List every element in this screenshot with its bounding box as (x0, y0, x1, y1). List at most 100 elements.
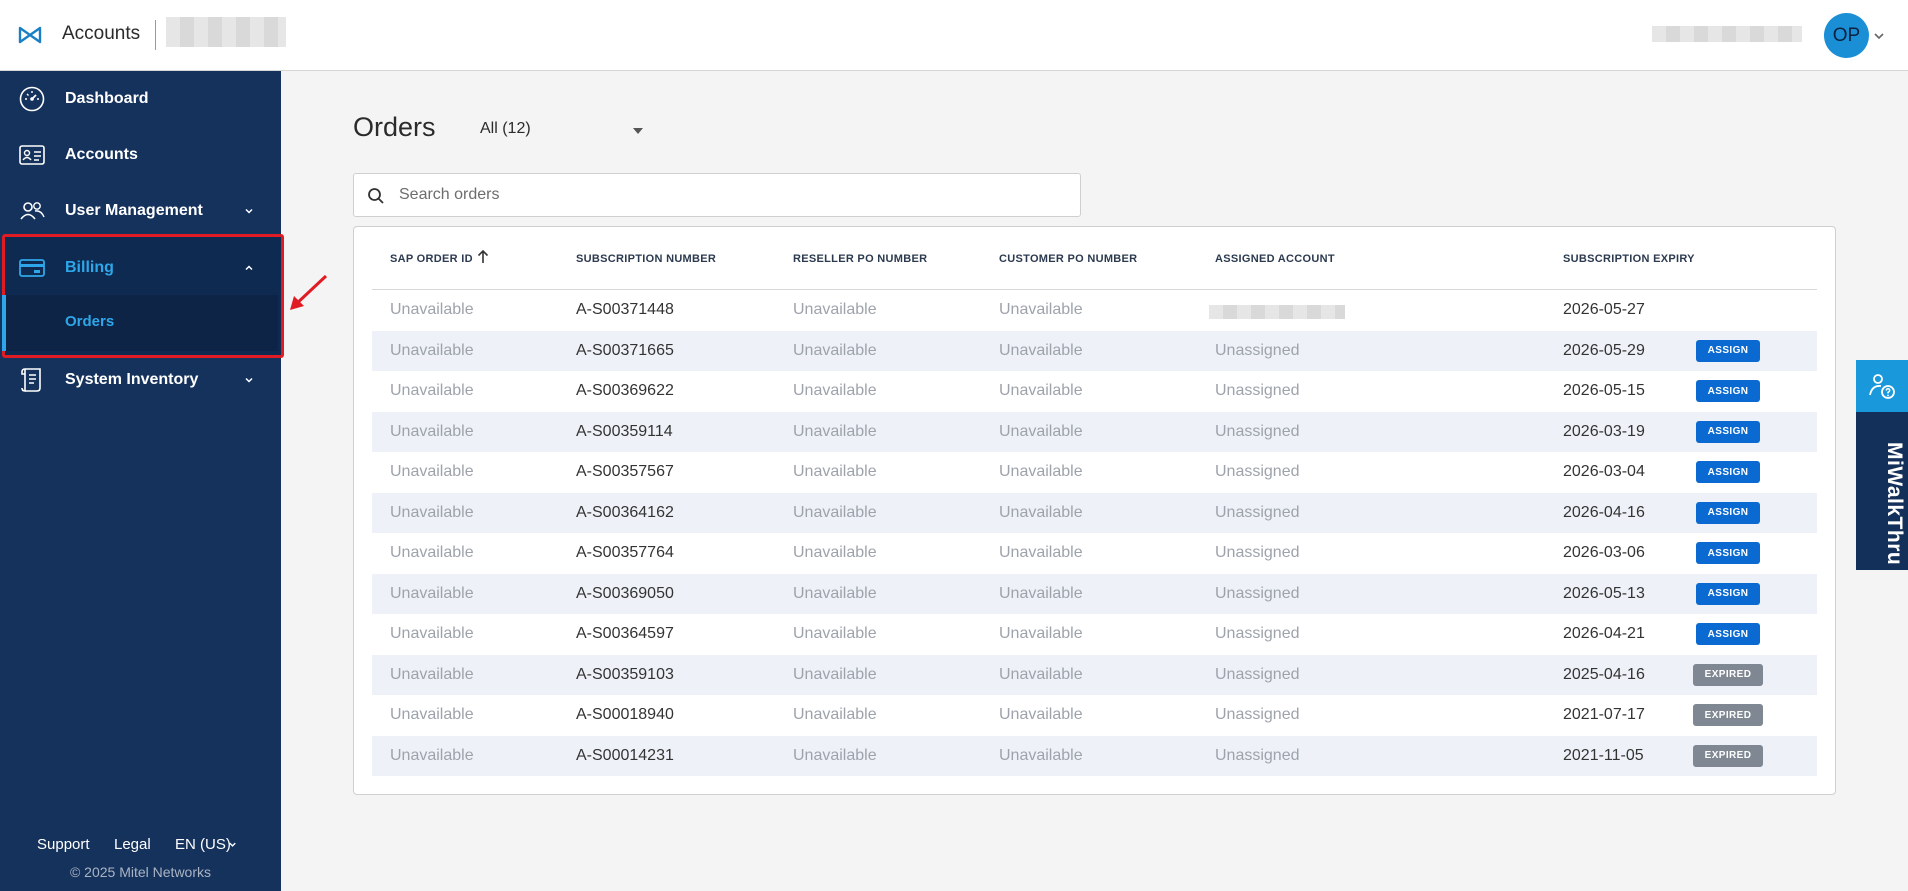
cell-customer-po-number: Unavailable (999, 382, 1083, 399)
table-row[interactable]: Unavailable A-S00369050 Unavailable Unavail… (372, 573, 1817, 614)
cell-customer-po-number: Unavailable (999, 503, 1083, 521)
dashboard-gauge-icon (19, 86, 45, 112)
cell-customer-po-number: Unavailable (999, 625, 1083, 642)
cell-reseller-po-number: Unavailable (793, 746, 877, 764)
cell-customer-po-number: Unavailable (999, 746, 1083, 764)
cell-customer-po-number: Unavailable (999, 301, 1083, 318)
cell-subscription-expiry: 2026-05-27 (1563, 301, 1645, 318)
walkthru-label: MiWalkThru (1883, 442, 1906, 566)
cell-sap-order-id: Unavailable (390, 746, 474, 764)
cell-sap-order-id: Unavailable (390, 382, 474, 399)
column-header-subscription-number[interactable]: SUBSCRIPTION NUMBER (576, 253, 716, 265)
assign-button[interactable]: ASSIGN (1696, 582, 1760, 605)
legal-link[interactable]: Legal (114, 836, 151, 853)
cell-subscription-expiry: 2026-03-04 (1563, 463, 1645, 480)
cell-customer-po-number: Unavailable (999, 665, 1083, 683)
cell-assigned-account: Unassigned (1215, 503, 1300, 521)
table-row[interactable]: Unavailable A-S00359114 Unavailable Unavail… (372, 411, 1817, 452)
sidebar-item-label: Accounts (65, 146, 138, 163)
language-selector[interactable]: EN (US) (175, 836, 231, 853)
column-header-assigned-account[interactable]: ASSIGNED ACCOUNT (1215, 253, 1335, 265)
sidebar-item-label: Billing (65, 259, 114, 276)
cell-subscription-number: A-S00371448 (576, 301, 674, 318)
chevron-down-icon[interactable] (243, 374, 255, 386)
sidebar-item-dashboard[interactable]: Dashboard (0, 71, 281, 127)
sidebar: Dashboard Accounts User Management Billi… (0, 71, 284, 891)
table-body: Unavailable A-S00371448 Unavailable Unavail… (372, 290, 1817, 776)
orders-filter-select[interactable]: All (12) (480, 120, 531, 138)
sidebar-item-label: System Inventory (65, 371, 199, 388)
table-row[interactable]: Unavailable A-S00357764 Unavailable Unavail… (372, 533, 1817, 574)
assign-button[interactable]: ASSIGN (1696, 542, 1760, 564)
cell-subscription-expiry: 2026-05-15 (1563, 382, 1645, 399)
column-header-customer-po-number[interactable]: CUSTOMER PO NUMBER (999, 253, 1137, 265)
assign-button[interactable]: ASSIGN (1696, 380, 1760, 402)
user-avatar[interactable]: OP (1824, 13, 1869, 58)
cell-customer-po-number: Unavailable (999, 544, 1083, 561)
cell-reseller-po-number: Unavailable (793, 665, 877, 683)
cell-sap-order-id: Unavailable (390, 463, 474, 480)
table-row[interactable]: Unavailable A-S00364597 Unavailable Unavail… (372, 614, 1817, 655)
sidebar-item-billing[interactable]: Billing (0, 240, 281, 296)
support-link[interactable]: Support (37, 836, 90, 853)
search-input[interactable] (399, 175, 1069, 215)
table-row[interactable]: Unavailable A-S00364162 Unavailable Unavail… (372, 492, 1817, 533)
chevron-down-icon[interactable] (227, 839, 238, 850)
redacted-user-name (1652, 26, 1802, 42)
assign-button[interactable]: ASSIGN (1696, 501, 1760, 524)
search-icon (368, 188, 384, 204)
column-header-subscription-expiry[interactable]: SUBSCRIPTION EXPIRY (1563, 253, 1695, 265)
cell-reseller-po-number: Unavailable (793, 625, 877, 642)
table-row[interactable]: Unavailable A-S00359103 Unavailable Unavail… (372, 654, 1817, 695)
walkthru-help-button[interactable] (1856, 360, 1908, 412)
cell-customer-po-number: Unavailable (999, 463, 1083, 480)
table-row[interactable]: Unavailable A-S00371448 Unavailable Unavail… (372, 290, 1817, 331)
assign-button[interactable]: ASSIGN (1696, 461, 1760, 483)
table-row[interactable]: Unavailable A-S00018940 Unavailable Unavail… (372, 695, 1817, 736)
cell-sap-order-id: Unavailable (390, 544, 474, 561)
cell-sap-order-id: Unavailable (390, 665, 474, 683)
users-icon (20, 202, 45, 220)
cell-subscription-expiry: 2026-04-21 (1563, 625, 1645, 642)
table-row[interactable]: Unavailable A-S00357567 Unavailable Unavail… (372, 452, 1817, 493)
sidebar-item-accounts[interactable]: Accounts (0, 127, 281, 183)
chevron-down-icon[interactable] (243, 205, 255, 217)
chevron-down-icon[interactable] (1872, 29, 1886, 43)
table-row[interactable]: Unavailable A-S00014231 Unavailable Unavail… (372, 735, 1817, 776)
inventory-scroll-icon (21, 368, 41, 392)
cell-subscription-number: A-S00014231 (576, 746, 674, 764)
walkthru-tab[interactable]: MiWalkThru (1856, 412, 1908, 570)
sidebar-subitem-orders[interactable]: Orders (2, 295, 278, 351)
assign-button[interactable]: ASSIGN (1696, 623, 1760, 645)
cell-sap-order-id: Unavailable (390, 503, 474, 521)
assign-button[interactable]: ASSIGN (1696, 339, 1760, 362)
cell-assigned-account: Unassigned (1215, 665, 1300, 683)
cell-assigned-account: Unassigned (1215, 341, 1300, 359)
table-row[interactable]: Unavailable A-S00371665 Unavailable Unavail… (372, 330, 1817, 371)
cell-subscription-number: A-S00357567 (576, 463, 674, 480)
avatar-initials: OP (1832, 24, 1861, 46)
sort-ascending-icon[interactable] (476, 249, 490, 265)
contact-card-icon (19, 145, 45, 165)
cell-sap-order-id: Unavailable (390, 301, 474, 318)
app-title[interactable]: Accounts (62, 23, 140, 45)
sidebar-item-system-inventory[interactable]: System Inventory (0, 352, 281, 408)
mitel-logo-icon[interactable] (18, 24, 42, 46)
cell-subscription-number: A-S00371665 (576, 341, 674, 359)
cell-reseller-po-number: Unavailable (793, 301, 877, 318)
table-row[interactable]: Unavailable A-S00369622 Unavailable Unavail… (372, 371, 1817, 412)
assign-button[interactable]: ASSIGN (1696, 420, 1760, 443)
chevron-up-icon[interactable] (243, 262, 255, 274)
expired-badge: EXPIRED (1693, 704, 1763, 726)
cell-assigned-account: Unassigned (1215, 463, 1300, 480)
cell-sap-order-id: Unavailable (390, 584, 474, 602)
column-header-reseller-po-number[interactable]: RESELLER PO NUMBER (793, 253, 927, 265)
cell-assigned-account: Unassigned (1215, 422, 1300, 440)
column-header-sap-order-id[interactable]: SAP ORDER ID (390, 253, 473, 265)
cell-assigned-account: Unassigned (1215, 584, 1300, 602)
cell-reseller-po-number: Unavailable (793, 463, 877, 480)
cell-subscription-expiry: 2026-05-13 (1563, 584, 1645, 602)
sidebar-item-user-management[interactable]: User Management (0, 183, 281, 239)
caret-down-icon[interactable] (632, 127, 644, 135)
cell-sap-order-id: Unavailable (390, 706, 474, 723)
